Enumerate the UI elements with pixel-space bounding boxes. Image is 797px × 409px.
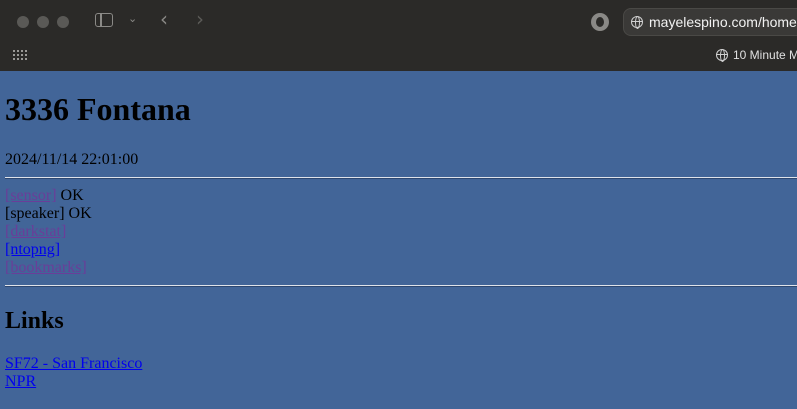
status-row-sensor: [sensor] OK — [5, 187, 92, 205]
status-row-speaker: [speaker] OK — [5, 205, 92, 223]
bookmark-item[interactable]: 10 Minute M — [716, 47, 797, 62]
links-heading: Links — [5, 308, 64, 334]
chevron-down-icon[interactable]: ⌄ — [128, 12, 137, 25]
forward-arrow-icon[interactable]: › — [196, 7, 204, 31]
sensor-status: OK — [60, 187, 84, 204]
url-text: mayelespino.com/home — [649, 14, 797, 30]
globe-icon — [716, 49, 728, 62]
sidebar-toggle-icon[interactable] — [95, 13, 113, 27]
back-arrow-icon[interactable]: ‹ — [160, 7, 168, 31]
divider — [5, 285, 797, 287]
minimize-window-icon[interactable] — [37, 16, 49, 28]
sf72-link[interactable]: SF72 - San Francisco — [5, 355, 142, 372]
speaker-label: [speaker] — [5, 205, 65, 222]
browser-toolbar: ⌄ ‹ › mayelespino.com/home 10 Minute M — [0, 0, 797, 71]
address-bar[interactable]: mayelespino.com/home — [623, 8, 797, 36]
divider — [5, 177, 797, 179]
apps-grid-icon[interactable] — [13, 50, 27, 60]
sensor-link[interactable]: [sensor] — [5, 187, 57, 204]
zoom-window-icon[interactable] — [57, 16, 69, 28]
close-window-icon[interactable] — [17, 16, 29, 28]
bookmarks-link[interactable]: [bookmarks] — [5, 259, 87, 276]
page-title: 3336 Fontana — [5, 91, 191, 127]
ntopng-link[interactable]: [ntopng] — [5, 241, 60, 258]
bookmark-label: 10 Minute M — [733, 48, 797, 62]
links-list: SF72 - San Francisco NPR — [5, 355, 142, 391]
datetime: 2024/11/14 22:01:00 — [5, 151, 139, 168]
speaker-status: OK — [68, 205, 92, 222]
darkstat-link[interactable]: [darkstat] — [5, 223, 66, 240]
password-manager-icon[interactable] — [591, 13, 609, 31]
globe-icon — [631, 16, 643, 29]
status-list: [sensor] OK [speaker] OK [darkstat] [nto… — [5, 187, 92, 277]
npr-link[interactable]: NPR — [5, 373, 36, 390]
